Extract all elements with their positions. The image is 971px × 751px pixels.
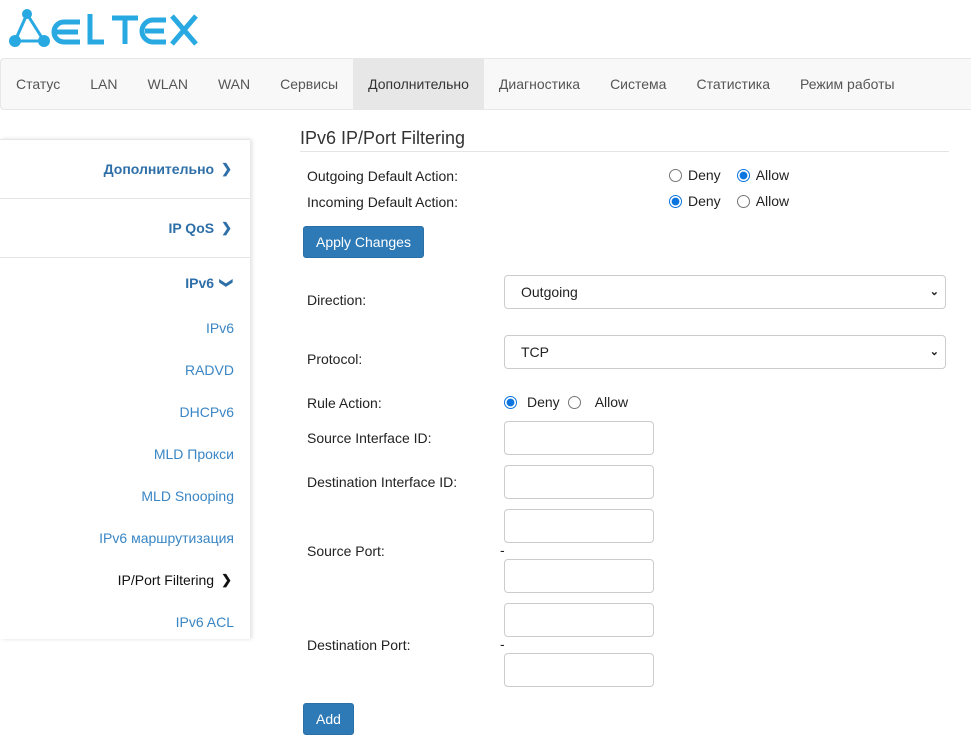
outgoing-deny-radio[interactable]: [669, 168, 682, 182]
dest-port-label: Destination Port:: [307, 637, 411, 653]
rule-action-label: Rule Action:: [307, 395, 382, 411]
nav-tab[interactable]: LAN: [75, 59, 132, 109]
add-button[interactable]: Add: [303, 703, 354, 735]
sidebar-item-ipv6-routing[interactable]: IPv6 маршрутизация: [0, 517, 250, 559]
apply-changes-button[interactable]: Apply Changes: [303, 226, 424, 258]
sidebar: Дополнительно ❯ IP QoS ❯ IPv6 ❯ IPv6 RADVD …: [0, 139, 250, 639]
source-interface-label: Source Interface ID:: [307, 430, 432, 446]
source-port-separator: -: [500, 542, 505, 558]
main-nav: Статус LAN WLAN WAN Сервисы Дополнительно Диаг…: [0, 58, 971, 110]
sidebar-item-label: IP/Port Filtering: [117, 572, 215, 588]
incoming-default-radios: Deny Allow: [669, 193, 789, 209]
dest-interface-input[interactable]: [504, 465, 654, 499]
sidebar-section-ip-qos[interactable]: IP QoS ❯: [0, 198, 250, 257]
radio-label: Deny: [688, 167, 721, 183]
direction-select[interactable]: Outgoing ⌄: [504, 275, 946, 309]
protocol-select[interactable]: TCP ⌄: [504, 335, 946, 369]
source-interface-input[interactable]: [504, 421, 654, 455]
main-content: IPv6 IP/Port Filtering Outgoing Default …: [300, 128, 949, 735]
incoming-default-label: Incoming Default Action:: [307, 194, 458, 210]
sidebar-item-ipv6-acl[interactable]: IPv6 ACL: [0, 601, 250, 643]
dest-port-from-input[interactable]: [504, 603, 654, 637]
nav-tab[interactable]: WLAN: [133, 59, 203, 109]
nav-tab[interactable]: Режим работы: [785, 59, 910, 109]
chevron-down-icon: ⌄: [929, 346, 939, 358]
nav-tab[interactable]: Статистика: [681, 59, 785, 109]
sidebar-item-ip-port-filtering[interactable]: IP/Port Filtering ❯: [0, 559, 250, 601]
sidebar-section-label: Дополнительно: [103, 161, 215, 177]
protocol-label: Protocol:: [307, 351, 363, 367]
nav-tab[interactable]: Диагностика: [484, 59, 595, 109]
rule-action-radios: Deny Allow: [504, 394, 628, 410]
sidebar-section-advanced[interactable]: Дополнительно ❯: [0, 139, 250, 198]
nav-tab[interactable]: Дополнительно: [353, 59, 484, 109]
incoming-allow-radio[interactable]: [736, 194, 750, 208]
outgoing-allow-radio[interactable]: [736, 168, 750, 182]
chevron-down-icon: ⌄: [929, 286, 939, 298]
nav-tab[interactable]: Сервисы: [265, 59, 353, 109]
source-port-label: Source Port:: [307, 543, 385, 559]
outgoing-default-label: Outgoing Default Action:: [307, 168, 458, 184]
dest-port-to-input[interactable]: [504, 653, 654, 687]
outgoing-default-radios: Deny Allow: [669, 167, 789, 183]
page-title: IPv6 IP/Port Filtering: [300, 128, 949, 152]
direction-value: Outgoing: [521, 284, 578, 300]
protocol-value: TCP: [521, 344, 549, 360]
sidebar-item-mld-snooping[interactable]: MLD Snooping: [0, 475, 250, 517]
chevron-right-icon: ❯: [221, 572, 232, 587]
chevron-right-icon: ❯: [221, 161, 232, 176]
dest-interface-label: Destination Interface ID:: [307, 474, 458, 490]
direction-label: Direction:: [307, 292, 367, 308]
sidebar-item-dhcpv6[interactable]: DHCPv6: [0, 391, 250, 433]
rule-deny-radio[interactable]: [504, 395, 517, 409]
dest-port-separator: -: [500, 636, 505, 652]
sidebar-item-mld-proxy[interactable]: MLD Прокси: [0, 433, 250, 475]
nav-tab[interactable]: Статус: [1, 59, 75, 109]
incoming-deny-radio[interactable]: [669, 194, 682, 208]
radio-label: Allow: [755, 167, 790, 183]
nav-tab[interactable]: WAN: [203, 59, 265, 109]
nav-tab[interactable]: Система: [595, 59, 681, 109]
radio-label: Allow: [755, 193, 790, 209]
chevron-down-icon: ❯: [219, 277, 235, 288]
sidebar-section-label: IPv6: [185, 274, 215, 291]
sidebar-section-ipv6[interactable]: IPv6 ❯: [0, 257, 250, 307]
sidebar-item-ipv6[interactable]: IPv6: [0, 307, 250, 349]
sidebar-section-label: IP QoS: [168, 220, 215, 236]
eltex-logo: [8, 8, 198, 53]
source-port-from-input[interactable]: [504, 509, 654, 543]
radio-label: Deny: [688, 193, 721, 209]
sidebar-item-radvd[interactable]: RADVD: [0, 349, 250, 391]
rule-allow-radio[interactable]: [567, 395, 581, 409]
chevron-right-icon: ❯: [221, 220, 232, 235]
source-port-to-input[interactable]: [504, 559, 654, 593]
radio-label: Allow: [594, 394, 629, 410]
radio-label: Deny: [527, 394, 560, 410]
